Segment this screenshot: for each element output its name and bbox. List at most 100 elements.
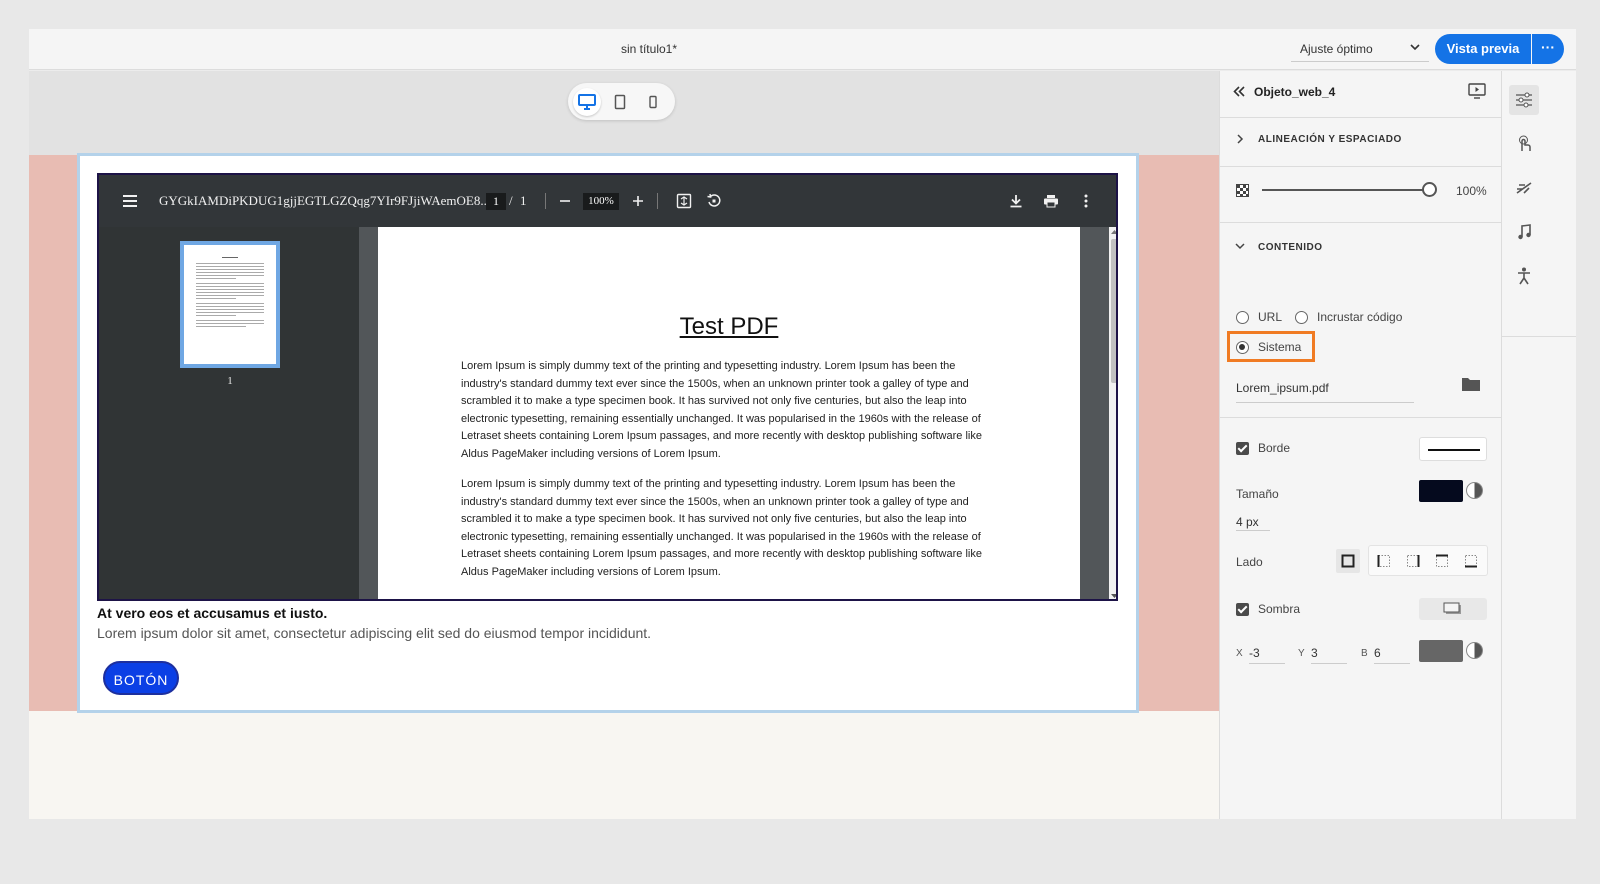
shadow-style-dropdown[interactable] — [1419, 598, 1487, 620]
collapse-panel-icon[interactable] — [1233, 86, 1245, 97]
thumbnail-page-number: 1 — [227, 375, 233, 387]
zoom-dropdown[interactable]: Ajuste óptimo — [1291, 38, 1429, 62]
device-switcher — [568, 83, 675, 120]
print-button[interactable] — [1040, 190, 1062, 212]
object-name: Objeto_web_4 — [1254, 85, 1336, 99]
accessibility-icon — [1518, 267, 1530, 285]
sliders-icon — [1516, 92, 1532, 108]
animation-tab[interactable] — [1509, 173, 1539, 203]
folder-icon[interactable] — [1461, 376, 1481, 392]
radio-embed-code-label[interactable]: Incrustar código — [1317, 310, 1402, 324]
audio-tab[interactable] — [1509, 217, 1539, 247]
scroll-down-icon[interactable] — [1111, 593, 1118, 599]
zoom-dropdown-label: Ajuste óptimo — [1300, 42, 1373, 56]
pdf-page-area[interactable]: Test PDF Lorem Ipsum is simply dummy tex… — [359, 227, 1109, 599]
preview-button[interactable]: Vista previa — [1435, 34, 1531, 64]
opacity-slider[interactable] — [1262, 189, 1428, 191]
border-size-value: 4 px — [1236, 515, 1259, 529]
chevron-down-icon — [1410, 44, 1420, 51]
shadow-x-field[interactable]: -3 — [1249, 646, 1285, 664]
fit-page-button[interactable] — [673, 190, 695, 212]
opacity-value: 100% — [1456, 184, 1487, 198]
file-name-field[interactable]: Lorem_ipsum.pdf — [1236, 381, 1414, 403]
radio-embed-code[interactable] — [1295, 311, 1308, 324]
desktop-view-button[interactable] — [573, 88, 601, 116]
zoom-in-button[interactable] — [627, 190, 649, 212]
side-right-button[interactable] — [1401, 549, 1425, 573]
chevron-down-icon[interactable] — [1235, 242, 1245, 250]
download-icon — [1010, 195, 1022, 208]
desktop-icon — [578, 94, 596, 110]
rotate-icon — [707, 193, 721, 207]
fit-page-icon — [676, 193, 692, 209]
side-top-button[interactable] — [1430, 549, 1454, 573]
mobile-icon — [649, 95, 657, 109]
top-bar: sin título1* Ajuste óptimo Vista previa … — [29, 29, 1576, 70]
tablet-view-button[interactable] — [606, 88, 634, 116]
scroll-up-icon[interactable] — [1111, 229, 1118, 235]
pdf-zoom-input[interactable]: 100% — [583, 193, 619, 210]
music-note-icon — [1518, 224, 1531, 240]
scrollbar-thumb[interactable] — [1111, 239, 1116, 383]
shadow-y-field[interactable]: 3 — [1311, 646, 1347, 664]
pdf-page-input[interactable]: 1 — [486, 193, 506, 210]
pdf-web-object[interactable]: GYGkIAMDiPKDUG1gjjEGTLGZQqg7YIr9FJjiWAem… — [97, 173, 1118, 601]
page-thumbnail[interactable] — [180, 241, 280, 368]
preview-object-icon[interactable] — [1468, 83, 1486, 99]
rotate-button[interactable] — [703, 190, 725, 212]
section-content[interactable]: CONTENIDO — [1258, 242, 1323, 253]
radio-system[interactable] — [1236, 341, 1249, 354]
page-section-bottom[interactable] — [29, 711, 1221, 819]
section-alignment-spacing[interactable]: ALINEACIÓN Y ESPACIADO — [1258, 134, 1402, 145]
zoom-out-button[interactable] — [554, 190, 576, 212]
chevron-right-icon[interactable] — [1236, 134, 1244, 144]
pdf-thumbnail-sidebar: 1 — [99, 227, 359, 599]
minus-icon — [560, 200, 570, 202]
shadow-x-label: X — [1236, 648, 1243, 659]
border-right-icon — [1407, 555, 1420, 567]
pdf-paragraph: Lorem Ipsum is simply dummy text of the … — [461, 360, 982, 460]
shadow-preview-icon — [1443, 602, 1461, 614]
content-block[interactable]: GYGkIAMDiPKDUG1gjjEGTLGZQqg7YIr9FJjiWAem… — [77, 153, 1139, 713]
radio-url-label[interactable]: URL — [1258, 310, 1282, 324]
border-size-field[interactable]: 4 px — [1236, 515, 1270, 531]
toolbar-divider — [657, 193, 658, 209]
content-body-text[interactable]: Lorem ipsum dolor sit amet, consectetur … — [97, 625, 651, 641]
shadow-blur-field[interactable]: 6 — [1374, 646, 1410, 664]
pdf-menu-button[interactable] — [119, 190, 141, 212]
right-icon-rail — [1501, 71, 1576, 819]
border-all-icon — [1341, 554, 1355, 568]
printer-icon — [1044, 195, 1058, 208]
radio-url[interactable] — [1236, 311, 1249, 324]
toolbar-divider — [545, 193, 546, 209]
border-style-dropdown[interactable] — [1419, 437, 1487, 461]
cta-button[interactable]: BOTÓN — [103, 661, 179, 695]
shadow-color-swatch[interactable] — [1419, 640, 1463, 662]
mobile-view-button[interactable] — [639, 88, 667, 116]
shadow-color-picker-icon[interactable] — [1466, 642, 1483, 659]
editor-canvas: GYGkIAMDiPKDUG1gjjEGTLGZQqg7YIr9FJjiWAem… — [29, 71, 1221, 819]
content-heading[interactable]: At vero eos et accusamus et iusto. — [97, 605, 327, 621]
border-bottom-icon — [1465, 555, 1477, 568]
accessibility-tab[interactable] — [1509, 261, 1539, 291]
border-top-icon — [1436, 554, 1448, 567]
border-left-icon — [1377, 555, 1390, 567]
download-button[interactable] — [1005, 190, 1027, 212]
interactions-tab[interactable] — [1509, 129, 1539, 159]
more-options-button[interactable]: ··· — [1532, 34, 1564, 64]
border-checkbox[interactable] — [1236, 442, 1249, 455]
radio-system-label[interactable]: Sistema — [1258, 340, 1301, 354]
properties-tab[interactable] — [1509, 85, 1539, 115]
side-all-button[interactable] — [1336, 549, 1360, 573]
opacity-slider-handle[interactable] — [1422, 182, 1437, 197]
file-name-value: Lorem_ipsum.pdf — [1236, 381, 1329, 395]
side-left-button[interactable] — [1372, 549, 1396, 573]
color-picker-icon[interactable] — [1466, 482, 1483, 499]
side-bottom-button[interactable] — [1459, 549, 1483, 573]
pdf-more-button[interactable] — [1075, 190, 1097, 212]
shadow-checkbox[interactable] — [1236, 603, 1249, 616]
border-color-swatch[interactable] — [1419, 480, 1463, 502]
tablet-icon — [614, 94, 626, 110]
pdf-scrollbar[interactable] — [1109, 227, 1118, 599]
vertical-dots-icon — [1084, 194, 1088, 208]
